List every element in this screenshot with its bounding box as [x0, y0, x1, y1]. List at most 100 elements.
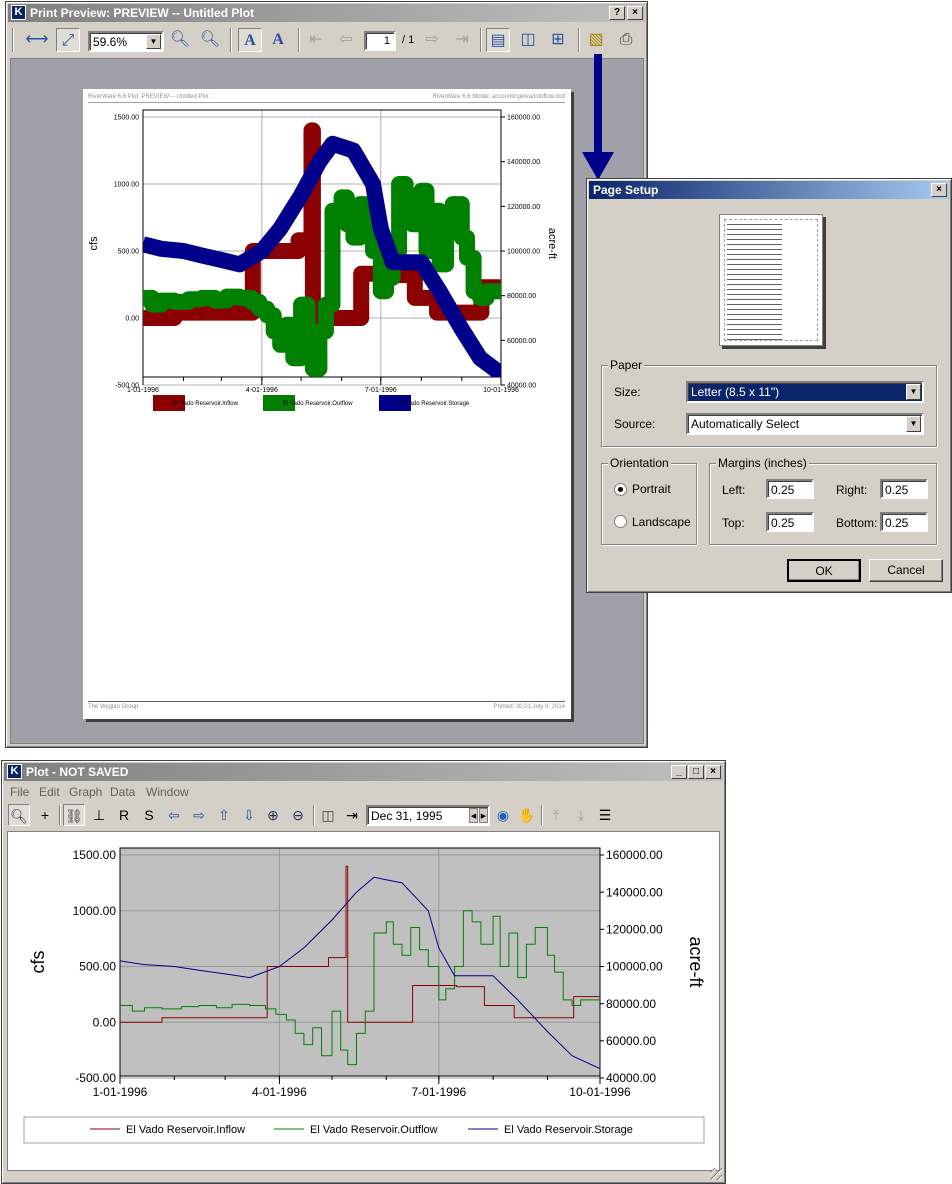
annotation-arrow	[582, 54, 614, 180]
zoom-combo[interactable]: 59.6% ▼	[88, 31, 164, 52]
next-page-icon[interactable]: ⇨	[420, 28, 444, 52]
orientation-group-label: Orientation	[608, 456, 671, 470]
size-label: Size:	[614, 385, 641, 399]
export-up-icon[interactable]: ⤒	[545, 804, 567, 826]
menu-file[interactable]: File	[10, 785, 29, 799]
x-tick-label: 1-01-1996	[127, 387, 159, 394]
menu-edit[interactable]: Edit	[39, 785, 60, 799]
portrait-text-icon[interactable]: A	[238, 28, 262, 52]
page-footer-right: Printed: 30.01 July 8, 2014	[493, 704, 565, 710]
arrow-left-icon[interactable]: ⇦	[163, 804, 185, 826]
plot-toolbar: 🔍︎ + ⛓ ⊥ R S ⇦ ⇨ ⇧ ⇩ ⊕ ⊖ ◫ ⇥ Dec 31, 199…	[4, 801, 723, 829]
date-field[interactable]: Dec 31, 1995 ◀ ▶	[366, 805, 490, 826]
right-margin-field[interactable]: 0.25	[880, 479, 928, 499]
axis-icon[interactable]: ⊥	[88, 804, 110, 826]
fit-width-icon[interactable]: ⟷	[25, 28, 49, 52]
y2-axis-label: acre-ft	[546, 228, 558, 259]
prev-page-icon[interactable]: ⇦	[334, 28, 358, 52]
x-tick-label: 10-01-1996	[483, 387, 519, 394]
maximize-button[interactable]: □	[688, 765, 704, 779]
cancel-button[interactable]: Cancel	[869, 559, 943, 582]
page-header-right: RiverWare 6.6 Model: accountingelvadoinf…	[432, 94, 565, 100]
y2-tick-label: 160000.00	[606, 848, 663, 862]
y-tick-label: 500.00	[118, 248, 140, 255]
page-footer-rule	[88, 701, 565, 702]
y2-axis-label: acre-ft	[686, 936, 706, 987]
plot-background	[120, 848, 600, 1076]
axis-s-icon[interactable]: S	[138, 804, 160, 826]
size-select[interactable]: Letter (8.5 x 11") ▼	[686, 381, 924, 403]
merge-icon[interactable]: ⇥	[341, 804, 363, 826]
chevron-down-icon[interactable]: ▼	[906, 416, 921, 432]
zoom-in-icon[interactable]: ⊕	[262, 804, 284, 826]
page-total: / 1	[402, 34, 415, 46]
y-tick-label: 0.00	[93, 1015, 117, 1029]
paper-group: Paper Size: Letter (8.5 x 11") ▼ Source:…	[601, 358, 937, 447]
close-button[interactable]: ×	[931, 183, 947, 197]
top-margin-field[interactable]: 0.25	[766, 512, 814, 532]
hand-icon[interactable]: ✋	[516, 804, 538, 826]
single-page-icon[interactable]: ▤	[486, 28, 510, 52]
menu-graph[interactable]: Graph	[69, 785, 102, 799]
y-tick-label: 1000.00	[114, 181, 139, 188]
print-icon[interactable]: ⎙	[614, 28, 638, 52]
last-page-icon[interactable]: ⇥	[450, 28, 474, 52]
ok-button[interactable]: OK	[787, 559, 861, 582]
close-button[interactable]: ×	[705, 765, 721, 779]
list-icon[interactable]: ☰	[594, 804, 616, 826]
left-margin-field[interactable]: 0.25	[766, 479, 814, 499]
chevron-down-icon[interactable]: ▼	[906, 384, 921, 400]
y2-tick-label: 140000.00	[507, 159, 540, 166]
fit-page-icon[interactable]: ⤢	[56, 28, 80, 52]
zoom-out-icon[interactable]: ⊖	[287, 804, 309, 826]
arrow-down-icon[interactable]: ⇩	[238, 804, 260, 826]
landscape-text-icon[interactable]: A	[266, 28, 290, 52]
zoom-out-icon[interactable]: 🔍︎	[168, 28, 192, 52]
resize-grip-icon[interactable]	[710, 1168, 722, 1180]
bottom-margin-field[interactable]: 0.25	[880, 512, 928, 532]
y2-tick-label: 100000.00	[507, 248, 540, 255]
chevron-down-icon[interactable]: ▼	[146, 34, 161, 49]
axis-r-icon[interactable]: R	[113, 804, 135, 826]
portrait-radio[interactable]	[614, 483, 627, 496]
radio-dot-icon	[618, 487, 623, 492]
top-label: Top:	[722, 516, 745, 530]
two-page-icon[interactable]: ◫	[516, 28, 540, 52]
orientation-group: Orientation Portrait Landscape	[601, 456, 697, 545]
export-down-icon[interactable]: ⤓	[570, 804, 592, 826]
menu-window[interactable]: Window	[146, 785, 189, 799]
preview-chart: 1500.001000.00500.000.00-500.00160000.00…	[88, 109, 558, 411]
size-value: Letter (8.5 x 11")	[691, 385, 780, 399]
y-tick-label: 500.00	[79, 960, 116, 974]
zoom-select-icon[interactable]: 🔍︎	[8, 804, 30, 826]
multi-page-icon[interactable]: ⊞	[546, 28, 570, 52]
page-setup-icon[interactable]: ▧	[584, 28, 608, 52]
page-setup-titlebar[interactable]: Page Setup ×	[589, 181, 949, 199]
menu-data[interactable]: Data	[110, 785, 135, 799]
close-button[interactable]: ×	[627, 6, 643, 20]
y2-tick-label: 40000.00	[606, 1071, 656, 1085]
portrait-label: Portrait	[632, 482, 671, 496]
first-page-icon[interactable]: ⇤	[304, 28, 328, 52]
bottom-label: Bottom:	[836, 516, 878, 530]
landscape-radio[interactable]	[614, 515, 627, 528]
arrow-right-icon[interactable]: ⇨	[188, 804, 210, 826]
zoom-in-icon[interactable]: 🔍︎	[198, 28, 222, 52]
paper-group-label: Paper	[608, 358, 645, 372]
split-icon[interactable]: ◫	[317, 804, 339, 826]
print-preview-titlebar[interactable]: K Print Preview: PREVIEW -- Untitled Plo…	[8, 4, 645, 22]
crosshair-icon[interactable]: +	[34, 804, 56, 826]
globe-icon[interactable]: ◉	[492, 804, 514, 826]
y2-tick-label: 120000.00	[606, 923, 663, 937]
link-icon[interactable]: ⛓	[63, 804, 85, 826]
plot-titlebar[interactable]: K Plot - NOT SAVED _ □ ×	[4, 763, 723, 781]
source-select[interactable]: Automatically Select ▼	[686, 413, 924, 435]
minimize-button[interactable]: _	[671, 765, 687, 779]
date-step-left-icon[interactable]: ◀	[469, 808, 478, 823]
help-button[interactable]: ?	[609, 6, 625, 20]
print-preview-window: K Print Preview: PREVIEW -- Untitled Plo…	[5, 1, 648, 748]
arrow-up-icon[interactable]: ⇧	[213, 804, 235, 826]
y2-tick-label: 80000.00	[606, 997, 656, 1011]
page-number-field[interactable]: 1	[364, 31, 396, 51]
date-step-right-icon[interactable]: ▶	[479, 808, 488, 823]
